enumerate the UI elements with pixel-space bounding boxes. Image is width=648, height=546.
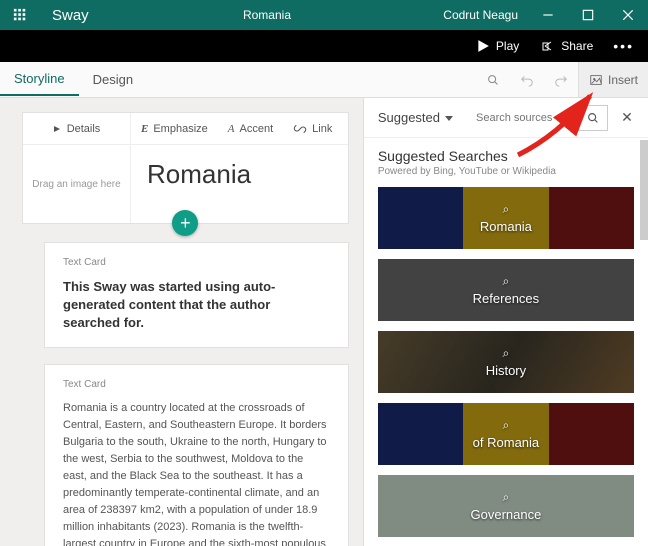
share-button[interactable]: Share bbox=[531, 33, 603, 59]
document-title: Romania bbox=[101, 8, 434, 22]
title-card-toolbar: Details E Emphasize A Accent Link bbox=[23, 113, 348, 145]
link-label: Link bbox=[312, 123, 332, 135]
tab-design[interactable]: Design bbox=[79, 64, 147, 95]
maximize-button[interactable] bbox=[568, 0, 608, 30]
search-icon[interactable] bbox=[476, 73, 510, 87]
insert-pane: Suggested ✕ Suggested Searches Powered b… bbox=[363, 98, 648, 546]
suggested-label: of Romania bbox=[473, 435, 539, 450]
emphasize-button[interactable]: E Emphasize bbox=[131, 113, 218, 145]
suggested-label: Romania bbox=[480, 219, 532, 234]
close-pane-button[interactable]: ✕ bbox=[614, 109, 640, 126]
scrollbar[interactable] bbox=[640, 140, 648, 240]
minimize-button[interactable] bbox=[528, 0, 568, 30]
titlebar: Sway Romania Codrut Neagu bbox=[0, 0, 648, 30]
play-button[interactable]: Play bbox=[466, 33, 529, 59]
search-submit-button[interactable] bbox=[578, 105, 608, 131]
card-label: Text Card bbox=[63, 379, 330, 390]
play-label: Play bbox=[496, 39, 519, 53]
card-body[interactable]: This Sway was started using auto-generat… bbox=[63, 278, 330, 333]
title-card[interactable]: Details E Emphasize A Accent Link Drag a… bbox=[22, 112, 349, 224]
user-name[interactable]: Codrut Neagu bbox=[433, 8, 528, 22]
details-toggle[interactable]: Details bbox=[23, 113, 131, 145]
storyline-pane[interactable]: Details E Emphasize A Accent Link Drag a… bbox=[0, 98, 363, 546]
tab-storyline[interactable]: Storyline bbox=[0, 63, 79, 96]
app-launcher-button[interactable] bbox=[0, 0, 40, 30]
search-icon: ⌕ bbox=[503, 202, 510, 217]
suggested-subtitle: Powered by Bing, YouTube or Wikipedia bbox=[378, 166, 634, 177]
insert-button[interactable]: Insert bbox=[578, 62, 648, 97]
text-card[interactable]: Text Card Romania is a country located a… bbox=[44, 364, 349, 546]
redo-button[interactable] bbox=[544, 73, 578, 87]
share-label: Share bbox=[561, 39, 593, 53]
accent-button[interactable]: A Accent bbox=[218, 113, 283, 145]
title-text[interactable]: Romania bbox=[131, 145, 348, 223]
search-icon: ⌕ bbox=[503, 274, 510, 289]
image-drop-zone[interactable]: Drag an image here bbox=[23, 145, 131, 223]
insert-pane-header: Suggested ✕ bbox=[364, 98, 648, 138]
undo-button[interactable] bbox=[510, 73, 544, 87]
suggested-item-history[interactable]: ⌕ History bbox=[378, 331, 634, 393]
suggested-label: Governance bbox=[471, 507, 542, 522]
dropdown-label: Suggested bbox=[378, 110, 440, 125]
insert-label: Insert bbox=[608, 73, 638, 87]
more-options-button[interactable]: ••• bbox=[605, 32, 642, 60]
suggested-label: History bbox=[486, 363, 526, 378]
search-icon: ⌕ bbox=[503, 346, 510, 361]
suggested-label: References bbox=[473, 291, 539, 306]
suggested-item-romania[interactable]: ⌕ Romania bbox=[378, 187, 634, 249]
search-icon: ⌕ bbox=[503, 490, 510, 505]
action-bar: Play Share ••• bbox=[0, 30, 648, 62]
tab-bar: Storyline Design Insert bbox=[0, 62, 648, 98]
accent-label: Accent bbox=[240, 123, 274, 135]
workspace: Details E Emphasize A Accent Link Drag a… bbox=[0, 98, 648, 546]
card-label: Text Card bbox=[63, 257, 330, 268]
link-button[interactable]: Link bbox=[283, 113, 342, 145]
suggested-item-of-romania[interactable]: ⌕ of Romania bbox=[378, 403, 634, 465]
source-dropdown[interactable]: Suggested bbox=[372, 106, 460, 129]
suggested-list: Suggested Searches Powered by Bing, YouT… bbox=[364, 138, 648, 546]
details-label: Details bbox=[67, 123, 101, 135]
search-icon: ⌕ bbox=[503, 418, 510, 433]
suggested-item-governance[interactable]: ⌕ Governance bbox=[378, 475, 634, 537]
text-card[interactable]: Text Card This Sway was started using au… bbox=[44, 242, 349, 348]
close-window-button[interactable] bbox=[608, 0, 648, 30]
suggested-title: Suggested Searches bbox=[378, 148, 634, 164]
card-body[interactable]: Romania is a country located at the cros… bbox=[63, 400, 330, 546]
search-input[interactable] bbox=[472, 108, 572, 128]
add-card-button[interactable]: + bbox=[172, 210, 198, 236]
app-name: Sway bbox=[40, 7, 101, 24]
emphasize-label: Emphasize bbox=[153, 123, 207, 135]
suggested-item-references[interactable]: ⌕ References bbox=[378, 259, 634, 321]
